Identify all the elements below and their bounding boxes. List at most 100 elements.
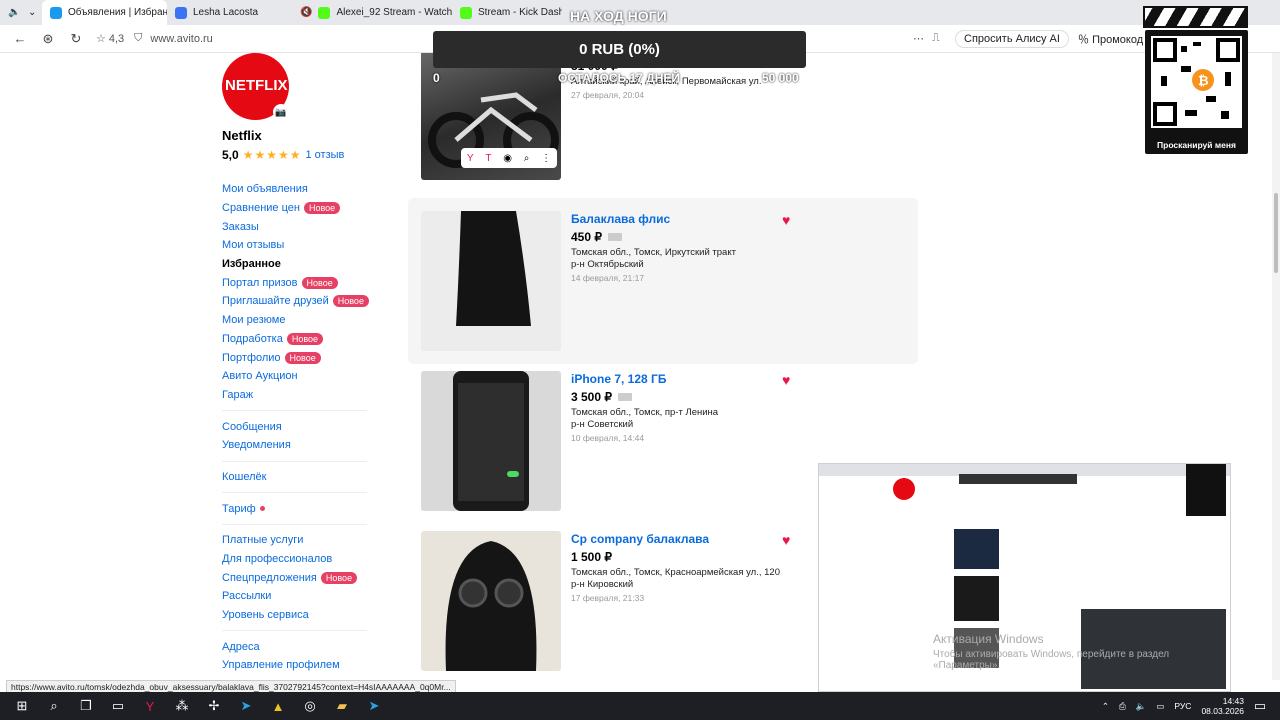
back-icon[interactable]: ← bbox=[6, 31, 34, 46]
listing-district: р-н Советский bbox=[571, 419, 634, 430]
menu-my-ads[interactable]: Мои объявления bbox=[222, 180, 372, 199]
terminal-app-icon[interactable]: ▭ bbox=[102, 692, 134, 720]
battery-icon[interactable]: ▭ bbox=[1156, 701, 1164, 712]
yandex-icon[interactable]: ⊛ bbox=[34, 31, 62, 47]
task-view-icon[interactable]: ❐ bbox=[70, 692, 102, 720]
ask-alisa-button[interactable]: Спросить Алису AI bbox=[955, 29, 1069, 48]
app-icon[interactable]: ✢ bbox=[198, 692, 230, 720]
menu-label: Платные услуги bbox=[222, 534, 304, 547]
menu-special-offers[interactable]: Спецпредложения Новое bbox=[222, 568, 372, 587]
more-vertical-icon[interactable]: ⋮ bbox=[541, 153, 551, 164]
tab-title: Lesha Lacosta bbox=[193, 7, 259, 18]
menu-addresses[interactable]: Адреса bbox=[222, 637, 372, 656]
listing-district: р-н Кировский bbox=[571, 579, 634, 590]
menu-tariff[interactable]: Тариф bbox=[222, 499, 372, 518]
menu-label: Управление профилем bbox=[222, 659, 340, 672]
stream-preview-window[interactable]: Активация Windows Чтобы активировать Win… bbox=[818, 463, 1231, 692]
url-field[interactable]: www.avito.ru bbox=[150, 33, 212, 45]
menu-notifications[interactable]: Уведомления bbox=[222, 436, 372, 455]
favorite-heart-icon[interactable]: ♥ bbox=[782, 212, 790, 228]
menu-orders[interactable]: Заказы bbox=[222, 217, 372, 236]
search-icon[interactable]: ⌕ bbox=[38, 692, 70, 720]
menu-service-level[interactable]: Уровень сервиса bbox=[222, 606, 372, 625]
favorite-heart-icon[interactable]: ♥ bbox=[782, 532, 790, 548]
menu-profile-management[interactable]: Управление профилем bbox=[222, 656, 372, 675]
menu-price-compare[interactable]: Сравнение цен Новое bbox=[222, 199, 372, 218]
menu-side-jobs[interactable]: Подработка Новое bbox=[222, 330, 372, 349]
star-icon[interactable]: ☆ bbox=[96, 32, 106, 45]
menu-portfolio[interactable]: Портфолио Новое bbox=[222, 348, 372, 367]
menu-paid-services[interactable]: Платные услуги bbox=[222, 531, 372, 550]
reload-icon[interactable]: ↻ bbox=[62, 31, 90, 47]
tab-avito-favorites[interactable]: Объявления | Избранн ✕ bbox=[42, 0, 167, 25]
listing-photo-balaclava[interactable] bbox=[421, 211, 561, 351]
new-badge: Новое bbox=[332, 295, 369, 308]
more-icon[interactable]: ⋯ bbox=[913, 32, 924, 45]
listing-location: Томская обл., Томск, пр-т Ленина bbox=[571, 407, 719, 418]
chevron-down-icon[interactable]: ⌄ bbox=[20, 0, 42, 25]
menu-my-reviews[interactable]: Мои отзывы bbox=[222, 236, 372, 255]
text-extract-icon[interactable]: T bbox=[485, 153, 491, 164]
clock-time: 14:43 bbox=[1222, 696, 1244, 706]
qr-code-widget: ₿ Просканируй меня bbox=[1145, 30, 1248, 154]
new-badge: Новое bbox=[320, 571, 358, 584]
yandex-search-icon[interactable]: Y bbox=[467, 153, 474, 164]
telegram-icon[interactable]: ➤ bbox=[358, 692, 390, 720]
listing-title[interactable]: iPhone 7, 128 ГБ bbox=[571, 372, 801, 386]
menu-garage[interactable]: Гараж bbox=[222, 386, 372, 405]
notification-icon[interactable]: ▭ bbox=[1244, 692, 1276, 720]
profile-avatar[interactable]: NETFLIX 📷 bbox=[222, 53, 289, 120]
menu-invite-friends[interactable]: Приглашайте друзей Новое bbox=[222, 292, 372, 311]
menu-my-resumes[interactable]: Мои резюме bbox=[222, 311, 372, 330]
volume-icon[interactable]: 🔈 bbox=[1136, 701, 1147, 712]
windows-start-icon[interactable]: ⊞ bbox=[6, 692, 38, 720]
new-badge: Новое bbox=[303, 202, 341, 215]
network-icon[interactable]: ⎙ bbox=[1119, 701, 1126, 712]
menu-label: Для профессионалов bbox=[222, 553, 333, 566]
menu-prize-portal[interactable]: Портал призов Новое bbox=[222, 273, 372, 292]
app-icon[interactable]: ▲ bbox=[262, 692, 294, 720]
eye-icon[interactable]: ◉ bbox=[503, 153, 512, 164]
listing-title[interactable]: Балаклава флис bbox=[571, 212, 801, 226]
menu-auction[interactable]: Авито Аукцион bbox=[222, 367, 372, 386]
folder-icon[interactable]: ▰ bbox=[326, 692, 358, 720]
listing-title[interactable]: Cp company балаклава bbox=[571, 532, 801, 546]
new-badge: Новое bbox=[301, 276, 338, 289]
menu-mailings[interactable]: Рассылки bbox=[222, 587, 372, 606]
profile-sidebar: NETFLIX 📷 Netflix 5,0 ★★★★★ 1 отзыв Мои … bbox=[222, 53, 372, 675]
iphone-image bbox=[453, 371, 529, 511]
listing-photo-motorcycle[interactable]: Y T ◉ ⌕ ⋮ bbox=[421, 53, 561, 180]
menu-label: Сообщения bbox=[222, 420, 282, 433]
listing-photo-iphone[interactable] bbox=[421, 371, 561, 511]
mute-icon[interactable]: 🔇 bbox=[300, 7, 312, 18]
menu-favorites[interactable]: Избранное bbox=[222, 255, 372, 274]
keyboard-language[interactable]: РУС bbox=[1174, 701, 1191, 711]
telegram-icon[interactable]: ➤ bbox=[230, 692, 262, 720]
tab-lesha-lacosta[interactable]: Lesha Lacosta bbox=[167, 0, 292, 25]
obs-icon[interactable]: ◎ bbox=[294, 692, 326, 720]
page-scrollbar[interactable] bbox=[1272, 53, 1280, 680]
favorite-listing[interactable]: Балаклава флис 450 ₽ Томская обл., Томск… bbox=[408, 198, 918, 364]
camera-icon[interactable]: 📷 bbox=[273, 104, 289, 120]
divider bbox=[222, 524, 367, 525]
balaclava-image bbox=[456, 211, 531, 326]
menu-for-pros[interactable]: Для профессионалов bbox=[222, 550, 372, 569]
menu-label: Сравнение цен bbox=[222, 202, 300, 215]
listing-photo-cp-company[interactable] bbox=[421, 531, 561, 671]
yandex-browser-icon[interactable]: Y bbox=[134, 692, 166, 720]
app-icon[interactable]: ⁂ bbox=[166, 692, 198, 720]
tab-alexei-stream[interactable]: 🔇 Alexei_92 Stream - Watch bbox=[292, 0, 452, 25]
reviews-link[interactable]: 1 отзыв bbox=[305, 149, 344, 161]
scrollbar-thumb[interactable] bbox=[1274, 193, 1278, 273]
speaker-icon[interactable]: 🔈 bbox=[0, 0, 20, 25]
favorite-heart-icon[interactable]: ♥ bbox=[782, 372, 790, 388]
lens-icon[interactable]: ⌕ bbox=[524, 153, 530, 164]
menu-wallet[interactable]: Кошелёк bbox=[222, 468, 372, 487]
chevron-up-icon[interactable]: ⌃ bbox=[1102, 701, 1109, 712]
promo-button[interactable]: ％ Промокод bbox=[1078, 31, 1143, 47]
menu-messages[interactable]: Сообщения bbox=[222, 417, 372, 436]
bookmark-icon[interactable]: ⎍ bbox=[932, 32, 940, 45]
shield-icon[interactable]: ⛉ bbox=[134, 32, 142, 45]
clock[interactable]: 14:43 08.03.2026 bbox=[1201, 696, 1244, 716]
tab-kick-dashboard[interactable]: Stream - Kick Dashbo bbox=[452, 0, 562, 25]
